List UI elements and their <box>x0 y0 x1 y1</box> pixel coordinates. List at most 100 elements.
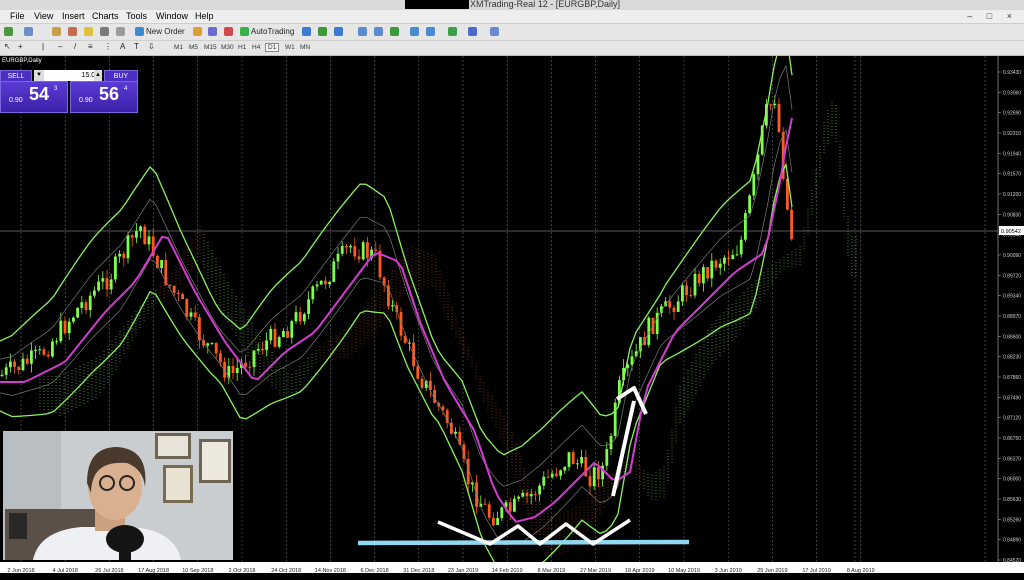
metaeditor-icon[interactable] <box>193 27 202 36</box>
crosshair-icon[interactable]: + <box>18 42 23 51</box>
menu-charts[interactable]: Charts <box>92 11 119 21</box>
templates-icon[interactable] <box>490 27 499 36</box>
buy-price-prefix: 0.90 <box>79 97 93 104</box>
vertical-line-icon[interactable]: | <box>42 42 44 51</box>
menu-tools[interactable]: Tools <box>126 11 147 21</box>
menu-insert[interactable]: Insert <box>62 11 85 21</box>
candle-body <box>181 294 184 300</box>
periods-icon[interactable] <box>468 27 477 36</box>
profiles-icon[interactable] <box>24 27 33 36</box>
new-order-button[interactable]: New Order <box>146 27 185 36</box>
candle-body <box>88 295 92 311</box>
buy-price-button[interactable]: 0.90 56 4 <box>70 81 138 113</box>
candle-body <box>349 246 352 248</box>
date-tick-label: 31 Dec 2018 <box>403 568 434 574</box>
candle-body <box>706 267 709 279</box>
candle-body <box>689 295 693 297</box>
zoom-in-icon[interactable] <box>358 27 367 36</box>
strategy-tester-icon[interactable] <box>116 27 125 36</box>
timeframe-h4[interactable]: H4 <box>249 43 263 52</box>
price-tick-label: 0.85630 <box>1003 497 1021 503</box>
line-chart-icon[interactable] <box>334 27 343 36</box>
date-tick-label: 24 Oct 2018 <box>271 568 301 574</box>
navigator-icon[interactable] <box>84 27 93 36</box>
timeframe-d1[interactable]: D1 <box>265 43 280 52</box>
timeframe-m5[interactable]: M5 <box>186 43 201 52</box>
candlestick-icon[interactable] <box>318 27 327 36</box>
market-icon[interactable] <box>224 27 233 36</box>
candle-body <box>261 349 264 351</box>
fibonacci-icon[interactable]: ⋮ <box>104 42 112 51</box>
date-axis-svg: 2 Jun 2018 4 Jul 2018 26 Jul 2018 17 Aug 20… <box>7 568 874 574</box>
market-watch-icon[interactable] <box>52 27 61 36</box>
timeframe-h1[interactable]: H1 <box>235 43 249 52</box>
candle-body <box>681 285 684 302</box>
candle-body <box>122 253 126 259</box>
price-tick-label: 0.90090 <box>1003 253 1021 259</box>
signals-icon[interactable] <box>208 27 217 36</box>
lot-down-icon[interactable]: ▼ <box>34 70 44 81</box>
lot-size-input[interactable]: 15.00 <box>34 70 102 81</box>
candle-body <box>714 260 718 268</box>
data-window-icon[interactable] <box>68 27 77 36</box>
lot-up-icon[interactable]: ▲ <box>94 70 102 81</box>
menu-file[interactable]: File <box>10 11 25 21</box>
sell-price-prefix: 0.90 <box>9 97 23 104</box>
candle-body <box>580 456 583 464</box>
bar-chart-icon[interactable] <box>302 27 311 36</box>
new-order-icon[interactable] <box>135 27 144 36</box>
timeframe-m1[interactable]: M1 <box>171 43 186 52</box>
chart-shift-icon[interactable] <box>426 27 435 36</box>
presenter-video <box>3 431 233 560</box>
channel-icon[interactable]: ≡ <box>88 42 93 51</box>
arrows-icon[interactable]: ⇩ <box>148 42 155 51</box>
timeframe-m15[interactable]: M15 <box>201 43 220 52</box>
candle-body <box>542 476 546 486</box>
sell-price-pips: 54 <box>29 84 50 104</box>
candle-body <box>374 249 378 251</box>
date-tick-label: 4 Jul 2018 <box>53 568 78 574</box>
shelf-object <box>9 513 27 539</box>
candle-body <box>25 358 29 364</box>
candle-body <box>147 236 151 245</box>
candle-body <box>63 320 67 334</box>
autotrading-button[interactable]: AutoTrading <box>251 27 294 36</box>
date-axis: 2 Jun 2018 4 Jul 2018 26 Jul 2018 17 Aug 20… <box>0 562 1024 574</box>
price-tick-label: 0.87120 <box>1003 416 1021 422</box>
text-label-icon[interactable]: T <box>134 42 139 51</box>
candle-body <box>105 278 109 290</box>
timeframe-m30[interactable]: M30 <box>218 43 237 52</box>
candle-body <box>265 340 268 350</box>
trendline-icon[interactable]: / <box>74 42 76 51</box>
tile-windows-icon[interactable] <box>390 27 399 36</box>
cursor-icon[interactable]: ↖ <box>4 42 11 51</box>
date-tick-label: 2 Oct 2018 <box>229 568 256 574</box>
horizontal-line-icon[interactable]: – <box>58 42 62 51</box>
date-tick-label: 26 Jul 2018 <box>95 568 123 574</box>
menu-view[interactable]: View <box>34 11 53 21</box>
timeframe-w1[interactable]: W1 <box>282 43 298 52</box>
new-chart-icon[interactable] <box>4 27 13 36</box>
main-toolbar: New Order AutoTrading <box>0 24 1024 41</box>
menu-help[interactable]: Help <box>195 11 214 21</box>
candle-body <box>231 366 235 373</box>
candle-body <box>189 312 193 317</box>
auto-scroll-icon[interactable] <box>410 27 419 36</box>
timeframe-mn[interactable]: MN <box>297 43 313 52</box>
candle-body <box>76 307 79 318</box>
buy-price-fraction: 4 <box>124 86 128 92</box>
date-tick-label: 17 Aug 2018 <box>138 568 169 574</box>
indicators-icon[interactable] <box>448 27 457 36</box>
candle-body <box>139 226 142 232</box>
candle-body <box>790 209 793 240</box>
window-controls[interactable]: – □ × <box>967 11 1018 21</box>
candle-body <box>576 463 579 465</box>
candle-body <box>731 254 735 260</box>
autotrading-icon[interactable] <box>240 27 249 36</box>
sell-price-button[interactable]: 0.90 54 3 <box>0 81 68 113</box>
text-icon[interactable]: A <box>120 42 125 51</box>
zoom-out-icon[interactable] <box>374 27 383 36</box>
frame-middle-paper <box>166 468 190 500</box>
menu-window[interactable]: Window <box>156 11 188 21</box>
terminal-icon[interactable] <box>100 27 109 36</box>
